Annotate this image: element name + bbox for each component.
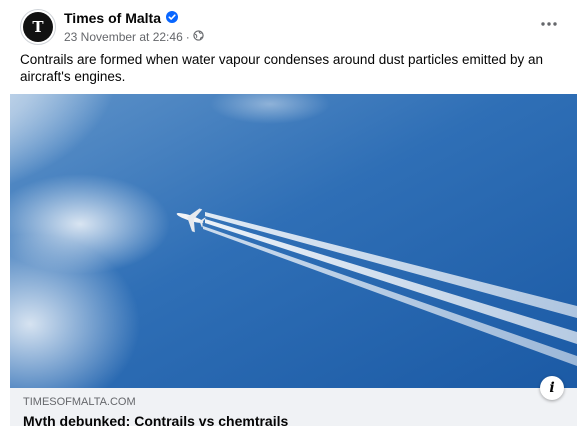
post-image[interactable] [10,94,577,388]
avatar[interactable]: T [20,9,56,45]
verified-badge-icon [166,10,178,26]
timestamp[interactable]: 23 November at 22:46 [64,30,183,44]
link-preview[interactable]: TIMESOFMALTA.COM Myth debunked: Contrail… [10,388,577,426]
page-name-label[interactable]: Times of Malta [64,10,161,26]
avatar-letter: T [32,18,44,36]
link-title[interactable]: Myth debunked: Contrails vs chemtrails [23,413,288,426]
meta-separator: · [185,30,190,44]
link-domain: TIMESOFMALTA.COM [23,396,136,408]
logo-icon: T [23,12,53,42]
page-name[interactable]: Times of Malta [64,10,178,26]
globe-icon [193,30,204,44]
post-meta: 23 November at 22:46 · [64,30,204,44]
post-header: T Times of Malta 23 November at 22:46 · [20,9,569,49]
post-card: T Times of Malta 23 November at 22:46 · [0,0,585,426]
post-caption: Contrails are formed when water vapour c… [20,52,544,84]
info-icon[interactable]: i [540,376,564,400]
more-options-icon[interactable] [539,15,559,33]
